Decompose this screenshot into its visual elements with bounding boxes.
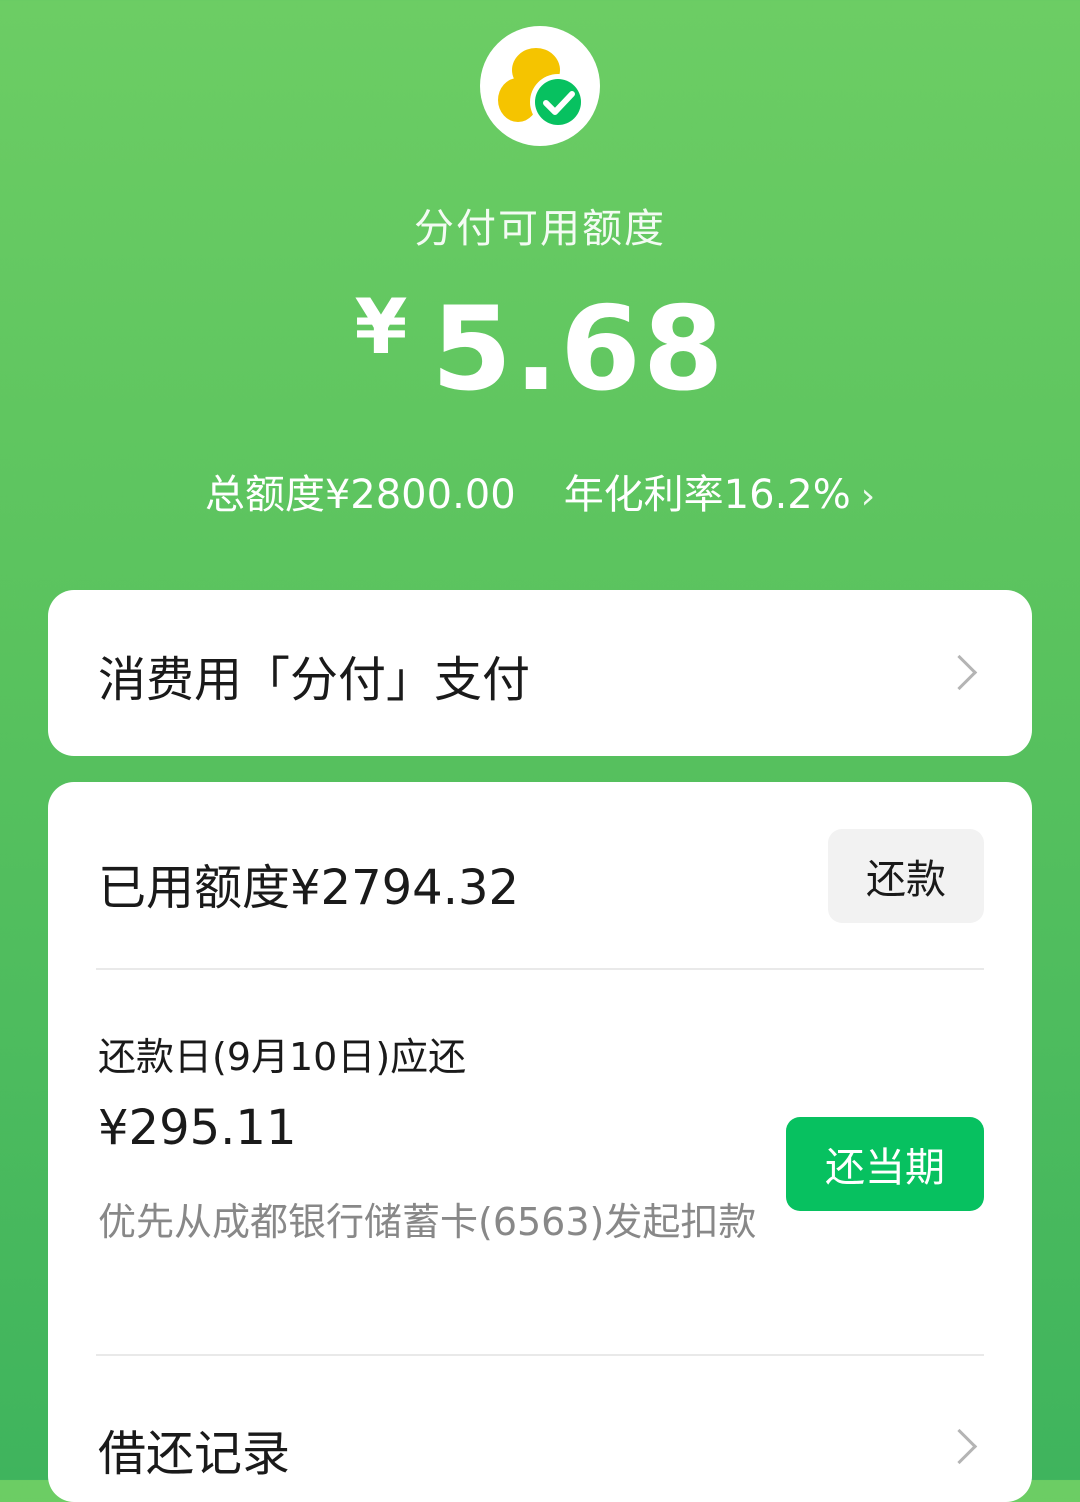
repayment-card: 已用额度¥2794.32 还款 还款日(9月10日)应还 ¥295.11 优先从…	[48, 782, 1032, 1502]
available-amount-value: 5.68	[431, 282, 726, 417]
divider	[96, 1354, 984, 1356]
due-date-label: 还款日(9月10日)应还	[98, 1035, 467, 1079]
limit-info-row[interactable]: 总额度¥2800.00 年化利率16.2% ›	[0, 462, 1080, 520]
chevron-right-icon: ›	[860, 476, 876, 517]
borrow-repay-records-link[interactable]: 借还记录	[98, 1414, 290, 1484]
available-limit-label: 分付可用额度	[414, 206, 666, 252]
repay-button[interactable]: 还款	[828, 829, 984, 923]
pay-with-fenfu-label: 消费用「分付」支付	[98, 652, 531, 708]
fenfu-logo-icon	[480, 26, 600, 146]
pay-with-fenfu-card[interactable]: 消费用「分付」支付	[48, 590, 1032, 756]
available-amount: ¥5.68	[0, 282, 1080, 417]
chevron-right-icon	[941, 1428, 978, 1465]
chevron-right-icon	[941, 654, 978, 691]
deduction-note: 优先从成都银行储蓄卡(6563)发起扣款	[98, 1200, 757, 1244]
currency-symbol: ¥	[354, 282, 408, 371]
divider	[96, 968, 984, 970]
annual-rate-text[interactable]: 年化利率16.2%	[564, 472, 851, 518]
used-limit-label: 已用额度¥2794.32	[98, 860, 520, 916]
total-limit-text: 总额度¥2800.00	[204, 472, 516, 518]
due-amount: ¥295.11	[98, 1100, 297, 1156]
repay-current-period-button[interactable]: 还当期	[786, 1117, 984, 1211]
